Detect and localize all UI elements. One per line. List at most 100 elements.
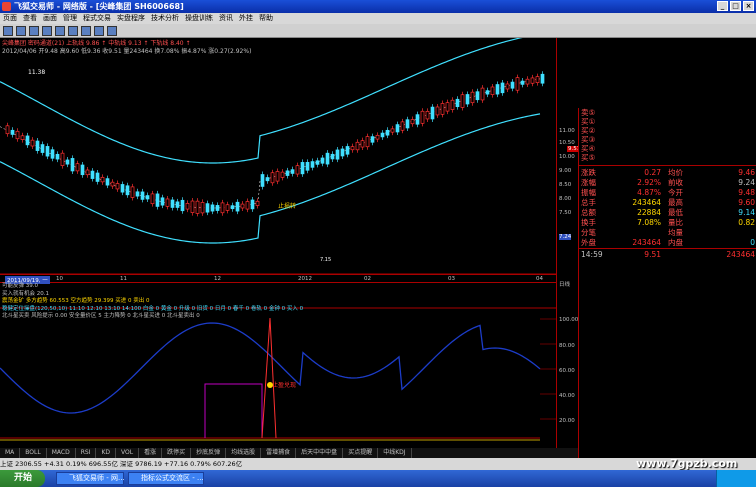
quote-value: 0.82 xyxy=(738,218,755,227)
menu-item[interactable]: 画面 xyxy=(40,13,60,24)
quote-value: 9.24 xyxy=(738,178,755,187)
tab-indicator[interactable]: 中线KDJ xyxy=(378,448,412,458)
candle-body xyxy=(315,160,320,165)
tab-macd[interactable]: MACD xyxy=(47,448,76,458)
minimize-button[interactable]: _ xyxy=(717,1,728,11)
candle-body xyxy=(440,103,445,115)
menu-bar-filler xyxy=(428,13,756,24)
order-label: 卖⑤ xyxy=(581,108,596,117)
indicator-panel xyxy=(0,317,541,441)
order-row: 买④ xyxy=(579,144,756,153)
candle-body xyxy=(115,183,120,190)
menu-item[interactable]: 外挂 xyxy=(236,13,256,24)
candle-body xyxy=(540,73,545,84)
y-axis-low-tag: 7.24 xyxy=(559,234,572,240)
tab-indicator[interactable]: 均线选股 xyxy=(226,448,262,458)
trade-price: 9.51 xyxy=(644,250,661,259)
candle-body xyxy=(130,186,135,198)
candle-body xyxy=(305,161,310,171)
candle-body xyxy=(55,153,60,160)
tab-indicator[interactable]: 抄底反弹 xyxy=(191,448,227,458)
menu-item[interactable]: 页面 xyxy=(0,13,20,24)
trade-time: 14:59 xyxy=(581,250,603,259)
candle-body xyxy=(145,195,150,200)
candle-body xyxy=(60,152,65,166)
menu-item[interactable]: 管理 xyxy=(60,13,80,24)
candle-body xyxy=(225,204,230,211)
candle-body xyxy=(355,141,360,151)
quote-label: 分笔 xyxy=(581,228,596,237)
quote-label: 涨幅 xyxy=(581,178,596,187)
menu-item[interactable]: 资讯 xyxy=(216,13,236,24)
candle-body xyxy=(480,87,485,101)
quote-value: 7.08% xyxy=(637,218,661,227)
menu-item[interactable]: 技术分析 xyxy=(148,13,182,24)
order-label: 买② xyxy=(581,126,596,135)
window-title: 飞狐交易师 - 网络版 - [尖峰集团 SH600668] xyxy=(14,2,184,11)
candle-body xyxy=(530,77,535,84)
zoom-in-icon[interactable] xyxy=(55,26,65,36)
candle-body xyxy=(30,139,35,147)
tab-vol[interactable]: VOL xyxy=(116,448,140,458)
tab-indicator[interactable]: 跌停买 xyxy=(162,448,192,458)
back-icon[interactable] xyxy=(3,26,13,36)
tab-rsi[interactable]: RSI xyxy=(76,448,97,458)
candle-body xyxy=(195,200,200,214)
quote-label: 振幅 xyxy=(581,188,596,197)
candle-body xyxy=(45,146,50,157)
tab-indicator[interactable]: 后天中中中盘 xyxy=(296,448,344,458)
quote-label: 量比 xyxy=(668,218,683,227)
taskbar-item[interactable]: 指标公式交流区 - ... xyxy=(128,472,204,485)
start-button[interactable]: 开始 xyxy=(0,470,45,487)
candle-body xyxy=(375,134,380,140)
quote-label: 前收 xyxy=(668,178,683,187)
indicator-legend: 北斗星买卖 风险提示 0.00 安全量价区 5 主力降势 0 北斗星买进 0 北… xyxy=(2,313,200,319)
tab-boll[interactable]: BOLL xyxy=(20,448,47,458)
candle-body xyxy=(230,205,235,210)
candle-body xyxy=(205,203,210,213)
menu-item[interactable]: 帮助 xyxy=(256,13,276,24)
indicator-icon[interactable] xyxy=(81,26,91,36)
quote-row: 外盘 243464 内盘 0 xyxy=(579,238,756,247)
formula-icon[interactable] xyxy=(94,26,104,36)
refresh-icon[interactable] xyxy=(29,26,39,36)
menu-item[interactable]: 程式交易 xyxy=(80,13,114,24)
zoom-out-icon[interactable] xyxy=(68,26,78,36)
indicator-legend: 稳健定位操盘(120,50,10) 11:10 12:10 13:10 14:1… xyxy=(2,305,304,312)
channel-mid xyxy=(0,78,541,209)
kline-icon[interactable] xyxy=(42,26,52,36)
tab-indicator[interactable]: 雷增捕食 xyxy=(261,448,297,458)
forward-icon[interactable] xyxy=(16,26,26,36)
trade-row: 14:59 9.51 243464 xyxy=(579,250,756,259)
tab-indicator[interactable]: 看涨 xyxy=(139,448,163,458)
menu-item[interactable]: 实盘程序 xyxy=(114,13,148,24)
close-button[interactable]: × xyxy=(743,1,754,11)
tab-ma[interactable]: MA xyxy=(0,448,21,458)
candle-body xyxy=(210,204,215,212)
candle-body xyxy=(190,200,195,213)
indicator-tab-bar: MA BOLL MACD RSI KD VOL 看涨 跌停买 抄底反弹 均线选股… xyxy=(0,448,578,458)
tab-kd[interactable]: KD xyxy=(96,448,117,458)
divider xyxy=(579,165,756,166)
menu-bar: 页面 查看 画面 管理 程式交易 实盘程序 技术分析 操盘训练 资讯 外挂 帮助 xyxy=(0,13,428,24)
taskbar-item[interactable]: 飞狐交易师 - 网... xyxy=(56,472,125,485)
candle-body xyxy=(185,203,190,210)
divider xyxy=(579,248,756,249)
y-axis-label: 8.00 xyxy=(559,196,572,202)
tab-indicator[interactable]: 买点提醒 xyxy=(343,448,379,458)
menu-item[interactable]: 操盘训练 xyxy=(182,13,216,24)
quote-row: 涨幅 2.92% 前收 9.24 xyxy=(579,178,756,187)
candle-body xyxy=(380,132,385,138)
maximize-button[interactable]: □ xyxy=(730,1,741,11)
candle-body xyxy=(80,164,85,176)
candle-body xyxy=(5,125,10,135)
kline-chart[interactable] xyxy=(0,38,556,458)
candle-body xyxy=(535,76,540,83)
candle-body xyxy=(175,201,180,208)
candle-body xyxy=(25,135,30,146)
menu-item[interactable]: 查看 xyxy=(20,13,40,24)
candle-body xyxy=(265,177,270,182)
x-axis-tick: 10 xyxy=(56,276,63,282)
print-icon[interactable] xyxy=(107,26,117,36)
candle-body xyxy=(285,170,290,176)
